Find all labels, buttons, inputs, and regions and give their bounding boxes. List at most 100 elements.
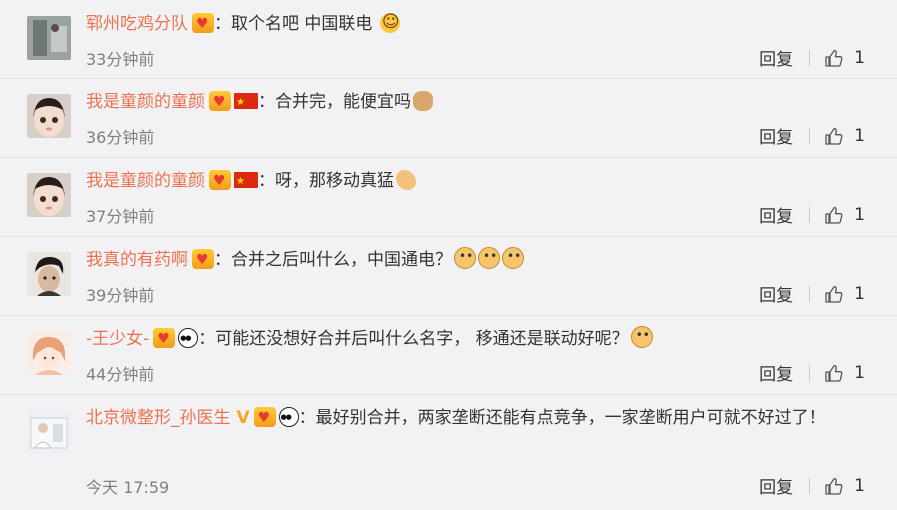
vip-badge-icon[interactable] bbox=[209, 167, 231, 195]
comment-body: -王少女- ：可能还没想好合并后叫什么名字， 移通还是联动好呢？ bbox=[86, 321, 877, 353]
panda-icon bbox=[278, 403, 299, 431]
sitting-person-emoji-icon bbox=[413, 91, 433, 111]
reply-button[interactable]: 回复 bbox=[759, 360, 793, 385]
avatar[interactable] bbox=[27, 94, 71, 138]
comment-body: 我真的有药啊 ：合并之后叫什么，中国通电？ bbox=[86, 242, 877, 274]
like-button[interactable]: 1 bbox=[824, 476, 865, 496]
timestamp: 44分钟前 bbox=[86, 365, 155, 384]
like-count: 1 bbox=[854, 362, 865, 383]
like-count: 1 bbox=[854, 204, 865, 225]
badges bbox=[209, 167, 258, 196]
timestamp: 39分钟前 bbox=[86, 286, 155, 305]
username-link[interactable]: 我是童颜的童颜 bbox=[86, 92, 205, 112]
like-count: 1 bbox=[854, 47, 865, 68]
divider bbox=[809, 206, 811, 223]
comment-text: 取个名吧 中国联电 bbox=[231, 14, 373, 34]
doge-emoji-icon bbox=[478, 242, 500, 270]
comment-actions: 回复 1 bbox=[759, 360, 865, 386]
reply-button[interactable]: 回复 bbox=[759, 202, 793, 227]
timestamp: 37分钟前 bbox=[86, 207, 155, 226]
username-link[interactable]: 我真的有药啊 bbox=[86, 250, 188, 270]
comment-item: 我是童颜的童颜 ：合并完，能便宜吗 36分钟前 回复 1 bbox=[0, 78, 897, 158]
doge-emoji-icon bbox=[502, 242, 524, 270]
laughing-emoji-icon bbox=[379, 8, 400, 36]
comment-actions: 回复 1 bbox=[759, 473, 865, 499]
vip-badge-icon[interactable] bbox=[253, 404, 276, 432]
comment-item: 北京微整形_孙医生V ：最好别合并，两家垄断还能有点竞争，一家垄断用户可就不好过了… bbox=[0, 394, 897, 508]
comment-body: 我是童颜的童颜 ：呀，那移动真猛 bbox=[86, 167, 877, 196]
divider bbox=[809, 477, 811, 494]
avatar[interactable] bbox=[27, 173, 71, 217]
vip-badge-icon[interactable] bbox=[153, 325, 176, 353]
comment-actions: 回复 1 bbox=[759, 45, 865, 71]
avatar[interactable] bbox=[27, 331, 71, 375]
username-link[interactable]: 北京微整形_孙医生 bbox=[86, 408, 231, 428]
timestamp: 今天 17:59 bbox=[86, 478, 170, 497]
comment-list: 郓州吃鸡分队：取个名吧 中国联电 33分钟前 回复 1 我是童颜的童颜：合并完，… bbox=[0, 0, 897, 510]
china-flag-icon bbox=[234, 89, 258, 117]
username-link[interactable]: 我是童颜的童颜 bbox=[86, 171, 205, 191]
vip-badge-icon[interactable] bbox=[209, 88, 231, 116]
comment-item: 郓州吃鸡分队 ：取个名吧 中国联电 33分钟前 回复 1 bbox=[0, 0, 897, 79]
badges bbox=[153, 324, 199, 353]
separator: ： bbox=[258, 92, 275, 112]
separator: ： bbox=[198, 329, 216, 349]
like-button[interactable]: 1 bbox=[824, 363, 865, 383]
like-count: 1 bbox=[854, 283, 865, 304]
badges bbox=[192, 246, 214, 274]
doge-emoji-icon bbox=[630, 321, 653, 349]
divider bbox=[809, 285, 811, 302]
comment-actions: 回复 1 bbox=[759, 123, 865, 149]
avatar[interactable] bbox=[27, 16, 71, 60]
comment-item: 我真的有药啊 ：合并之后叫什么，中国通电？ 39分钟前 回复 1 bbox=[0, 236, 897, 316]
vip-badge-icon[interactable] bbox=[192, 10, 214, 38]
comment-item: -王少女- ：可能还没想好合并后叫什么名字， 移通还是联动好呢？ 44分钟前 回复… bbox=[0, 315, 897, 395]
comment-text: 最好别合并，两家垄断还能有点竞争，一家垄断用户可就不好过了！ bbox=[315, 408, 826, 428]
comment-body: 郓州吃鸡分队 ：取个名吧 中国联电 bbox=[86, 8, 877, 38]
separator: ： bbox=[258, 171, 275, 191]
comment-text: 可能还没想好合并后叫什么名字， 移通还是联动好呢？ bbox=[215, 329, 629, 349]
comment-text: 合并完，能便宜吗 bbox=[275, 92, 411, 112]
like-button[interactable]: 1 bbox=[824, 48, 865, 68]
like-count: 1 bbox=[854, 125, 865, 146]
verified-v-icon: V bbox=[236, 408, 250, 428]
reply-button[interactable]: 回复 bbox=[759, 45, 793, 70]
badges bbox=[192, 10, 214, 38]
username-link[interactable]: -王少女- bbox=[86, 329, 149, 349]
separator: ： bbox=[298, 408, 316, 428]
timestamp: 33分钟前 bbox=[86, 50, 155, 69]
avatar[interactable] bbox=[27, 252, 71, 296]
comment-body: 北京微整形_孙医生V ：最好别合并，两家垄断还能有点竞争，一家垄断用户可就不好过了… bbox=[86, 403, 857, 432]
like-button[interactable]: 1 bbox=[824, 205, 865, 225]
flexed-biceps-emoji-icon bbox=[396, 170, 416, 190]
thumbs-up-icon bbox=[825, 364, 843, 382]
thumbs-up-icon bbox=[825, 477, 843, 495]
badges bbox=[209, 88, 258, 117]
reply-button[interactable]: 回复 bbox=[759, 123, 793, 148]
comment-item: 我是童颜的童颜 ：呀，那移动真猛 37分钟前 回复 1 bbox=[0, 157, 897, 237]
divider bbox=[809, 364, 811, 381]
username-link[interactable]: 郓州吃鸡分队 bbox=[86, 14, 188, 34]
like-count: 1 bbox=[854, 475, 865, 496]
badges bbox=[253, 403, 299, 432]
thumbs-up-icon bbox=[825, 285, 843, 303]
separator: ： bbox=[214, 250, 231, 270]
separator: ： bbox=[214, 14, 231, 34]
china-flag-icon bbox=[234, 168, 258, 196]
like-button[interactable]: 1 bbox=[824, 126, 865, 146]
vip-badge-icon[interactable] bbox=[192, 246, 214, 274]
comment-actions: 回复 1 bbox=[759, 202, 865, 228]
comment-text: 呀，那移动真猛 bbox=[275, 171, 394, 191]
timestamp: 36分钟前 bbox=[86, 128, 155, 147]
avatar[interactable] bbox=[27, 410, 71, 454]
comment-actions: 回复 1 bbox=[759, 281, 865, 307]
comment-text: 合并之后叫什么，中国通电？ bbox=[231, 250, 452, 270]
panda-icon bbox=[178, 324, 199, 352]
thumbs-up-icon bbox=[825, 206, 843, 224]
doge-emoji-icon bbox=[454, 242, 476, 270]
thumbs-up-icon bbox=[825, 49, 843, 67]
reply-button[interactable]: 回复 bbox=[759, 473, 793, 498]
thumbs-up-icon bbox=[825, 127, 843, 145]
like-button[interactable]: 1 bbox=[824, 284, 865, 304]
reply-button[interactable]: 回复 bbox=[759, 281, 793, 306]
